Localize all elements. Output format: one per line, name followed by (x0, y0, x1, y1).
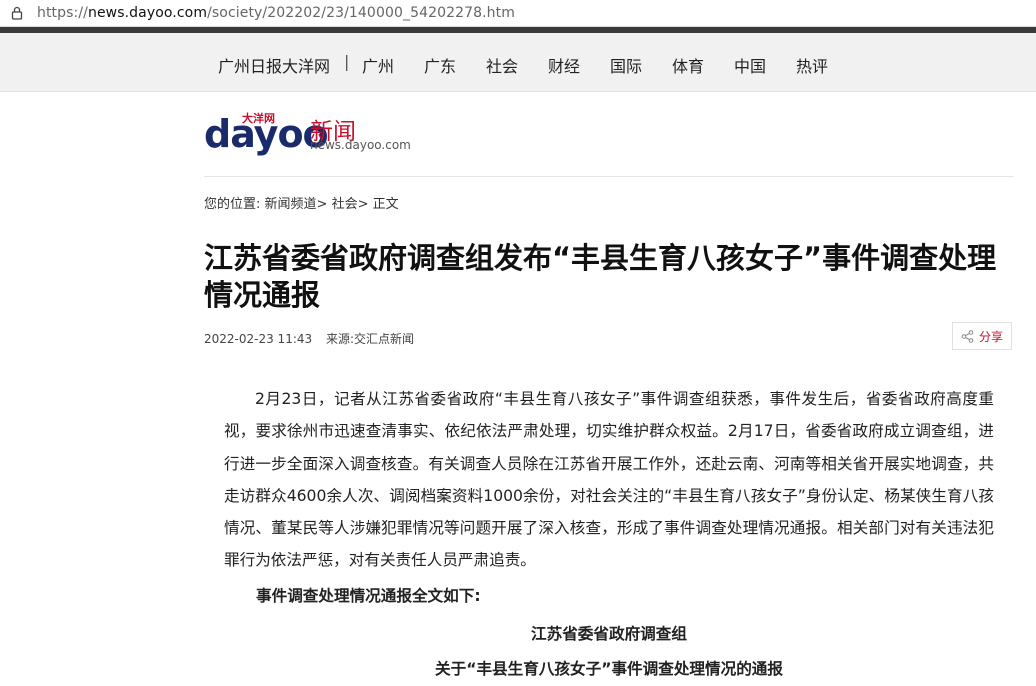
article-org-line: 江苏省委省政府调查组 (531, 625, 687, 643)
nav-item-finance[interactable]: 财经 (548, 53, 580, 77)
share-icon (961, 329, 974, 343)
header-divider (204, 176, 1014, 177)
nav-separator: | (344, 52, 350, 71)
url-scheme: https:// (37, 5, 88, 21)
url-path: /society/202202/23/140000_54202278.htm (207, 5, 515, 21)
nav-item-international[interactable]: 国际 (610, 53, 642, 77)
nav-item-society[interactable]: 社会 (486, 53, 518, 77)
site-nav: 广州日报大洋网 | 广州 广东 社会 财经 国际 体育 中国 热评 (0, 33, 1036, 92)
breadcrumb-item-society[interactable]: 社会 (332, 197, 358, 212)
breadcrumb-separator: > (316, 197, 328, 212)
logo-brand-cn: 大洋网 (242, 112, 275, 125)
nav-item-sports[interactable]: 体育 (672, 53, 704, 77)
breadcrumb-prefix: 您的位置: (204, 197, 261, 212)
url-host: news.dayoo.com (87, 5, 208, 21)
nav-item-commentary[interactable]: 热评 (796, 53, 828, 77)
article-doc-title: 关于“丰县生育八孩女子”事件调查处理情况的通报 (435, 660, 783, 678)
article-source: 来源:交汇点新闻 (325, 332, 415, 346)
share-button[interactable]: 分享 (952, 322, 1012, 350)
article-datetime: 2022-02-23 11:43 (204, 332, 313, 346)
browser-address-bar[interactable]: https://news.dayoo.com/society/202202/23… (0, 0, 1036, 27)
site-logo[interactable]: dayoo 大洋网 新闻 news.dayoo.com (204, 112, 424, 160)
nav-item-guangdong[interactable]: 广东 (424, 53, 456, 77)
article-paragraph: 2月23日，记者从江苏省委省政府“丰县生育八孩女子”事件调查组获悉，事件发生后，… (224, 390, 994, 570)
breadcrumb: 您的位置: 新闻频道> 社会> 正文 (204, 193, 399, 212)
nav-item-dayoo-home[interactable]: 广州日报大洋网 (218, 53, 330, 77)
share-label: 分享 (978, 329, 1003, 344)
logo-domain: news.dayoo.com (310, 138, 411, 152)
article-meta: 2022-02-23 11:43 来源:交汇点新闻 (204, 330, 414, 347)
lock-icon (11, 6, 23, 20)
nav-item-china[interactable]: 中国 (734, 53, 766, 77)
breadcrumb-item-current: 正文 (372, 197, 399, 212)
url-text[interactable]: https://news.dayoo.com/society/202202/23… (37, 5, 515, 21)
breadcrumb-separator: > (357, 197, 369, 212)
article-title: 江苏省委省政府调查组发布“丰县生育八孩女子”事件调查处理情况通报 (204, 241, 997, 312)
nav-item-guangzhou[interactable]: 广州 (362, 53, 394, 77)
article-subhead: 事件调查处理情况通报全文如下: (256, 587, 481, 605)
breadcrumb-item-news[interactable]: 新闻频道 (265, 197, 317, 212)
